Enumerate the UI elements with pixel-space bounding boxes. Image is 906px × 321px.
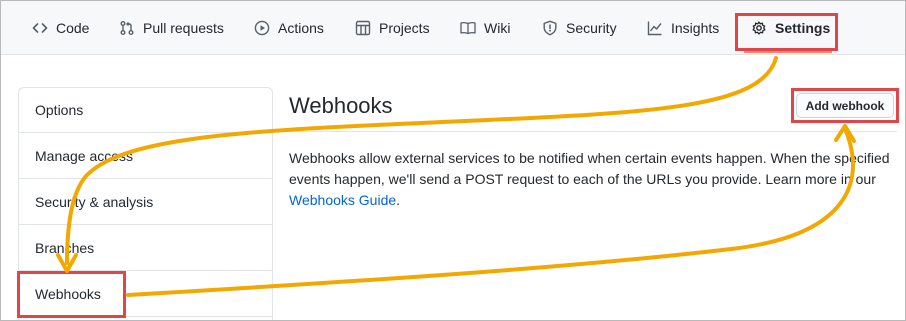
sidebar-item-manage-access[interactable]: Manage access (19, 134, 272, 179)
tab-actions-label: Actions (278, 19, 324, 36)
tab-insights[interactable]: Insights (647, 1, 719, 54)
webhooks-description: Webhooks allow external services to be n… (289, 148, 897, 211)
arrowhead-up (834, 124, 856, 143)
sidebar-item-label: Security & analysis (35, 194, 154, 210)
tab-pull-requests-label: Pull requests (143, 19, 224, 36)
tab-security[interactable]: Security (542, 1, 617, 54)
gear-icon (752, 20, 766, 35)
title-divider (289, 131, 897, 132)
sidebar-item-label: Webhooks (35, 286, 101, 302)
code-icon (32, 22, 48, 33)
book-icon (460, 21, 476, 34)
active-tab-indicator (744, 51, 832, 53)
sidebar-item-branches[interactable]: Branches (19, 226, 272, 271)
sidebar-item-label: Branches (35, 240, 95, 256)
add-webhook-button[interactable]: Add webhook (796, 93, 894, 118)
tab-actions[interactable]: Actions (254, 1, 324, 54)
tab-settings-label: Settings (775, 19, 831, 36)
page-title: Webhooks (289, 93, 393, 118)
graph-icon (647, 21, 662, 35)
tab-code[interactable]: Code (32, 1, 89, 54)
tab-projects[interactable]: Projects (355, 1, 430, 54)
tab-insights-label: Insights (671, 19, 720, 36)
tab-settings[interactable]: Settings (751, 1, 830, 54)
sidebar-item-label: Options (35, 102, 84, 118)
tab-wiki-label: Wiki (484, 19, 511, 36)
webhooks-guide-link[interactable]: Webhooks Guide (289, 192, 396, 208)
pull-request-icon (120, 20, 134, 35)
description-text: Webhooks allow external services to be n… (289, 150, 890, 187)
sidebar-item-label: Manage access (35, 148, 134, 164)
tab-projects-label: Projects (379, 19, 430, 36)
tab-code-label: Code (56, 19, 90, 36)
tab-wiki[interactable]: Wiki (460, 1, 510, 54)
description-end: . (396, 192, 401, 208)
sidebar-item-options[interactable]: Options (19, 88, 272, 133)
tab-security-label: Security (566, 19, 617, 36)
settings-sidebar: Options Manage access Security & analysi… (18, 87, 273, 320)
screenshot-frame: Code Pull requests Actions Projects Wiki… (0, 0, 906, 321)
play-icon (254, 20, 270, 35)
tab-pull-requests[interactable]: Pull requests (119, 1, 224, 54)
sidebar-item-webhooks[interactable]: Webhooks (19, 272, 272, 317)
repo-nav: Code Pull requests Actions Projects Wiki… (1, 1, 905, 55)
sidebar-item-security-analysis[interactable]: Security & analysis (19, 180, 272, 225)
shield-icon (543, 20, 557, 35)
project-icon (355, 20, 371, 35)
